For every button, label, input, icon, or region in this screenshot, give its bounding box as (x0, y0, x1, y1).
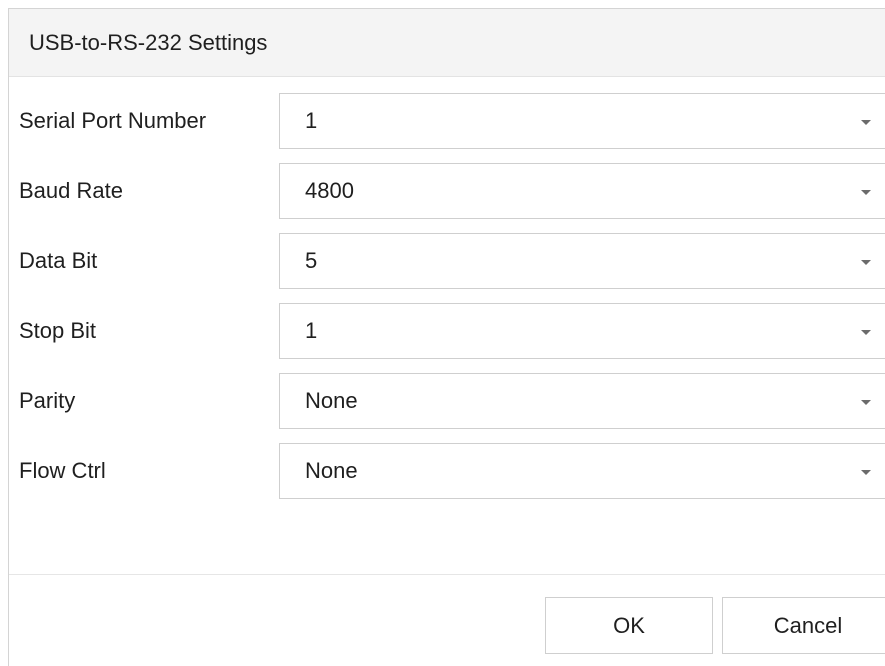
parity-select[interactable]: None (279, 373, 885, 429)
parity-value: None (305, 388, 358, 413)
flow-ctrl-row: Flow Ctrl None (9, 443, 885, 499)
serial-port-number-select[interactable]: 1 (279, 93, 885, 149)
stop-bit-value: 1 (305, 318, 318, 343)
data-bit-label: Data Bit (19, 248, 98, 273)
flow-ctrl-select[interactable]: None (279, 443, 885, 499)
ok-button[interactable]: OK (545, 597, 713, 654)
serial-port-number-value: 1 (305, 108, 318, 133)
chevron-down-icon (861, 400, 871, 405)
serial-port-number-row: Serial Port Number 1 (9, 93, 885, 149)
parity-label: Parity (19, 388, 76, 413)
data-bit-value: 5 (305, 248, 318, 273)
chevron-down-icon (861, 120, 871, 125)
stop-bit-label: Stop Bit (19, 318, 97, 343)
baud-rate-select[interactable]: 4800 (279, 163, 885, 219)
flow-ctrl-label: Flow Ctrl (19, 458, 106, 483)
chevron-down-icon (861, 190, 871, 195)
dialog-header: USB-to-RS-232 Settings (9, 9, 885, 77)
data-bit-select[interactable]: 5 (279, 233, 885, 289)
flow-ctrl-value: None (305, 458, 358, 483)
dialog-title: USB-to-RS-232 Settings (29, 30, 268, 55)
stop-bit-select[interactable]: 1 (279, 303, 885, 359)
stop-bit-row: Stop Bit 1 (9, 303, 885, 359)
chevron-down-icon (861, 260, 871, 265)
chevron-down-icon (861, 330, 871, 335)
baud-rate-value: 4800 (305, 178, 354, 203)
serial-port-number-label: Serial Port Number (19, 108, 207, 133)
data-bit-row: Data Bit 5 (9, 233, 885, 289)
parity-row: Parity None (9, 373, 885, 429)
chevron-down-icon (861, 470, 871, 475)
baud-rate-label: Baud Rate (19, 178, 123, 203)
baud-rate-row: Baud Rate 4800 (9, 163, 885, 219)
footer-divider (9, 574, 885, 575)
cancel-button[interactable]: Cancel (722, 597, 885, 654)
usb-rs232-settings-dialog: USB-to-RS-232 Settings Serial Port Numbe… (8, 8, 885, 666)
